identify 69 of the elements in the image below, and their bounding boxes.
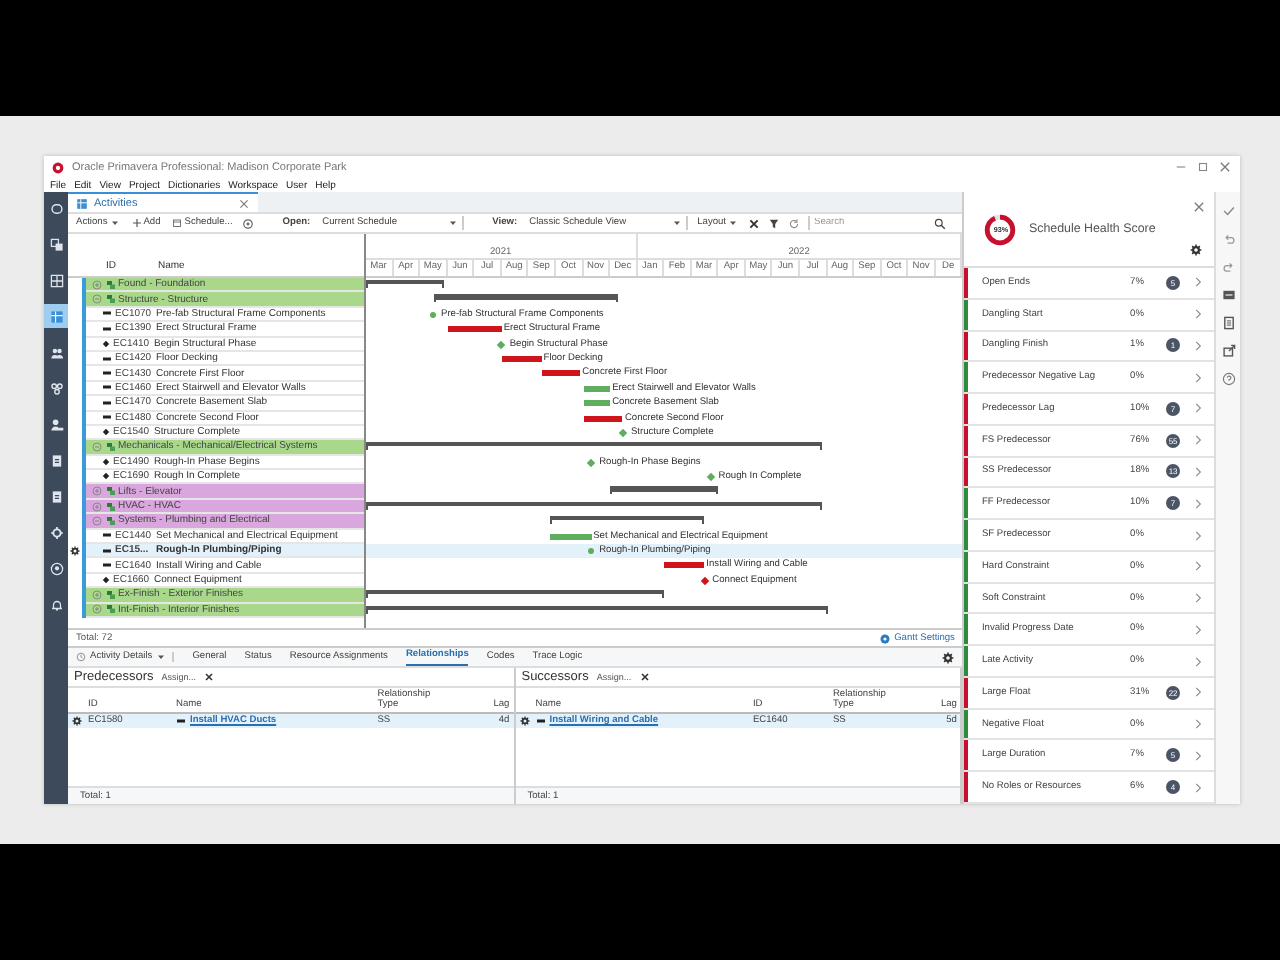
caret-icon bbox=[728, 218, 739, 228]
chevron-icon bbox=[1192, 686, 1205, 699]
people-icon[interactable] bbox=[49, 345, 63, 359]
chevron-icon bbox=[1192, 465, 1205, 478]
close-icon[interactable] bbox=[1192, 200, 1207, 214]
window-icon[interactable] bbox=[49, 201, 63, 215]
caret-icon bbox=[156, 652, 167, 662]
ring-icon[interactable] bbox=[242, 217, 255, 229]
user-icon[interactable] bbox=[49, 561, 63, 575]
filter-icon[interactable] bbox=[768, 217, 781, 229]
chevron-icon bbox=[1192, 339, 1205, 352]
check-icon[interactable] bbox=[1221, 204, 1236, 218]
caret-icon bbox=[671, 218, 682, 228]
maximize-icon[interactable] bbox=[1196, 160, 1210, 174]
logo-icon bbox=[52, 161, 64, 173]
summary-bar bbox=[366, 280, 444, 285]
squares-icon[interactable] bbox=[49, 237, 63, 251]
chevron-icon bbox=[1192, 592, 1205, 605]
caret-icon bbox=[109, 218, 120, 228]
table-icon bbox=[76, 197, 88, 209]
chevron-icon bbox=[1192, 529, 1205, 541]
stacked-squares-icon bbox=[105, 486, 115, 497]
crossed-tools-icon[interactable] bbox=[748, 217, 761, 229]
nodes-icon[interactable] bbox=[49, 381, 63, 395]
close-icon[interactable] bbox=[238, 197, 250, 209]
slider-icon[interactable] bbox=[1221, 288, 1236, 302]
bell-icon[interactable] bbox=[49, 597, 63, 611]
document-icon[interactable] bbox=[49, 453, 63, 467]
stacked-squares-icon bbox=[105, 589, 115, 600]
person-icon[interactable] bbox=[49, 417, 63, 431]
stacked-squares-icon bbox=[105, 501, 115, 512]
clock-icon bbox=[76, 652, 86, 662]
undo-icon[interactable] bbox=[1221, 232, 1236, 246]
summary-bar bbox=[610, 486, 719, 492]
crossed-tools-icon[interactable] bbox=[204, 672, 215, 682]
document-icon[interactable] bbox=[1221, 316, 1236, 330]
plus-icon bbox=[131, 218, 142, 228]
refresh-icon[interactable] bbox=[788, 217, 801, 229]
diamond-icon bbox=[102, 428, 110, 437]
chevron-icon bbox=[1192, 623, 1205, 636]
diamond-icon bbox=[102, 339, 110, 348]
chevron-icon bbox=[1192, 371, 1205, 384]
close-icon[interactable] bbox=[1218, 160, 1232, 174]
caret-icon bbox=[448, 218, 459, 228]
chevron-icon bbox=[1192, 718, 1205, 731]
chevron-icon bbox=[1192, 434, 1205, 447]
grid-icon[interactable] bbox=[49, 273, 63, 287]
stacked-squares-icon bbox=[105, 279, 115, 290]
chevron-icon bbox=[1192, 560, 1205, 573]
calendar-icon bbox=[172, 218, 183, 228]
stacked-squares-icon bbox=[105, 441, 115, 452]
chevron-icon bbox=[1192, 749, 1205, 762]
crossed-tools-icon[interactable] bbox=[639, 672, 650, 682]
stacked-squares-icon bbox=[105, 515, 115, 526]
document-icon[interactable] bbox=[49, 489, 63, 503]
task-bar-icon bbox=[535, 716, 546, 726]
chevron-icon bbox=[1192, 402, 1205, 415]
search-icon bbox=[934, 217, 947, 229]
chevron-icon bbox=[1192, 781, 1205, 794]
table-icon[interactable] bbox=[49, 309, 63, 323]
chevron-icon bbox=[1192, 655, 1205, 668]
stacked-squares-icon bbox=[105, 294, 115, 305]
stacked-squares-icon bbox=[105, 604, 115, 615]
chevron-icon bbox=[1192, 308, 1205, 321]
help-icon[interactable] bbox=[1221, 372, 1236, 386]
redo-icon[interactable] bbox=[1221, 260, 1236, 274]
chevron-icon bbox=[1192, 276, 1205, 289]
chevron-icon bbox=[1192, 497, 1205, 510]
export-icon[interactable] bbox=[1221, 344, 1236, 358]
